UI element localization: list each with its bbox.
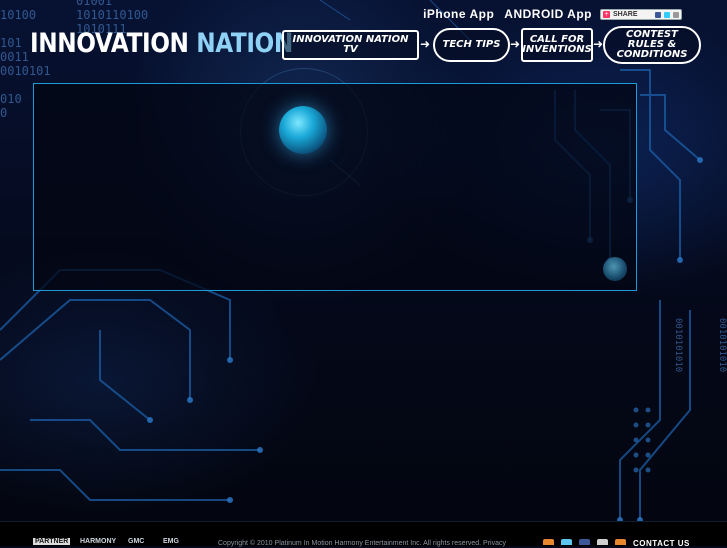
nav-innovation-nation-tv-label: INNOVATION NATION TV bbox=[292, 34, 409, 55]
share-button[interactable]: + SHARE bbox=[600, 9, 682, 20]
facebook-icon[interactable] bbox=[579, 539, 590, 545]
logo-word-2: NATION bbox=[196, 28, 293, 59]
share-plus-icon: + bbox=[603, 11, 610, 18]
contact-us-link[interactable]: CONTACT US bbox=[633, 539, 690, 548]
nav-call-for-inventions[interactable]: CALL FOR INVENTIONS bbox=[521, 28, 593, 62]
glowing-orb bbox=[279, 106, 327, 154]
share-label: SHARE bbox=[613, 11, 638, 18]
nav-contest-rules[interactable]: CONTEST RULES & CONDITIONS bbox=[603, 26, 701, 64]
iphone-app-link[interactable]: iPhone App bbox=[423, 7, 494, 21]
partner-logo-2[interactable]: HARMONY bbox=[80, 538, 116, 545]
app-links: iPhone App ANDROID App bbox=[423, 7, 592, 21]
nav-tech-tips[interactable]: TECH TIPS bbox=[433, 28, 510, 62]
logo-word-1: INNOVATION bbox=[30, 28, 189, 59]
youtube-icon[interactable] bbox=[597, 539, 608, 545]
email-mini-icon bbox=[673, 11, 679, 18]
arrow-right-icon: ➜ bbox=[510, 37, 521, 51]
nav-innovation-nation-tv[interactable]: INNOVATION NATION TV bbox=[282, 30, 419, 60]
partner-logo-3[interactable]: GMC bbox=[128, 538, 144, 545]
copyright-text: Copyright © 2010 Platinum In Motion Harm… bbox=[218, 540, 507, 547]
partner-logo-4[interactable]: EMG bbox=[163, 538, 179, 545]
android-app-link[interactable]: ANDROID App bbox=[504, 7, 592, 21]
facebook-mini-icon bbox=[655, 11, 661, 18]
rss-icon[interactable] bbox=[543, 539, 554, 545]
main-content-box bbox=[33, 83, 637, 291]
nav-contest-rules-label: CONTEST RULES & CONDITIONS bbox=[616, 29, 688, 60]
twitter-icon[interactable] bbox=[561, 539, 572, 545]
arrow-right-icon: ➜ bbox=[420, 37, 431, 51]
glowing-orb-small bbox=[603, 257, 627, 281]
binary-text-right: 0010101010 0010101010 bbox=[673, 318, 727, 373]
arrow-right-icon: ➜ bbox=[593, 37, 604, 51]
nav-tech-tips-label: TECH TIPS bbox=[442, 39, 501, 50]
twitter-mini-icon bbox=[664, 11, 670, 18]
blog-icon[interactable] bbox=[615, 539, 626, 545]
site-logo[interactable]: INNOVATION NATION bbox=[30, 28, 293, 59]
partner-logo-1[interactable]: PARTNER bbox=[33, 538, 71, 545]
nav-call-for-inventions-label: CALL FOR INVENTIONS bbox=[522, 34, 592, 55]
